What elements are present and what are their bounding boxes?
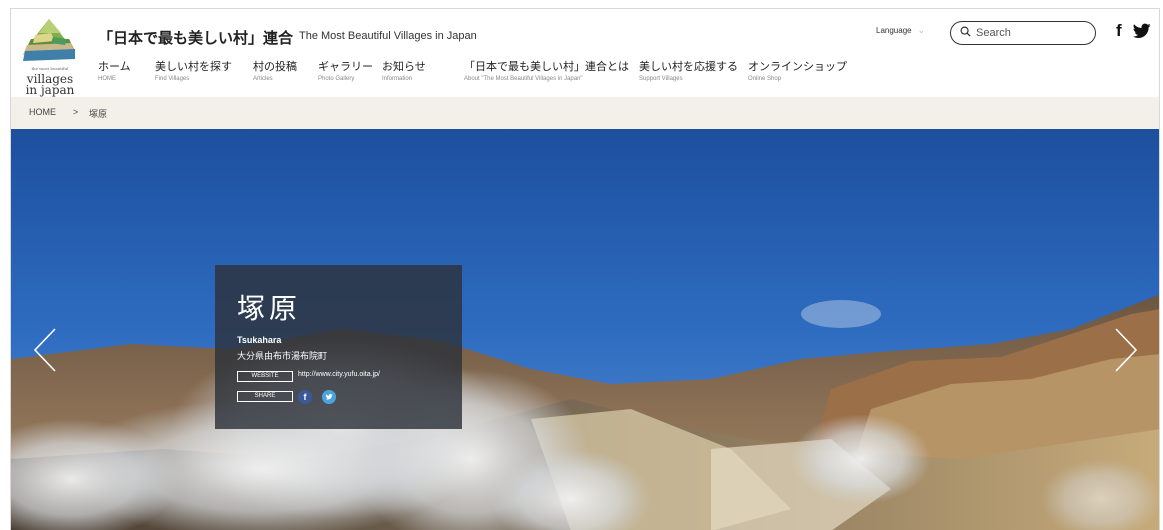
nav-item-sublabel: Support Villages (639, 76, 683, 82)
nav-item-sublabel: Articles (253, 76, 273, 82)
nav-item-about[interactable]: 「日本で最も美しい村」連合とは About "The Most Beautifu… (464, 60, 629, 85)
nav-item-sublabel: About "The Most Beautiful Villages in Ja… (464, 76, 583, 82)
breadcrumb: HOME > 塚原 (11, 97, 1159, 129)
logo-text: the most beautiful villages in japan (21, 64, 79, 96)
site-header: the most beautiful villages in japan 「日本… (11, 9, 1159, 97)
village-name: 塚原 (237, 292, 302, 325)
nav-item-articles[interactable]: 村の投稿 Articles (253, 60, 297, 85)
search-input[interactable] (976, 25, 1088, 41)
search-icon (960, 26, 971, 37)
share-tag: SHARE (237, 391, 293, 402)
village-romanized-name: Tsukahara (237, 335, 282, 345)
nav-item-sublabel: HOME (98, 76, 116, 82)
site-title[interactable]: 「日本で最も美しい村」連合 (98, 27, 293, 48)
nav-item-find-villages[interactable]: 美しい村を探す Find Villages (155, 60, 232, 85)
nav-item-label: 美しい村を探す (155, 60, 232, 73)
village-address: 大分県由布市湯布院町 (237, 352, 328, 362)
nav-item-label: 「日本で最も美しい村」連合とは (464, 60, 629, 73)
nav-item-label: オンラインショップ (748, 60, 847, 73)
nav-item-label: 村の投稿 (253, 60, 297, 73)
chevron-down-icon: ⌄ (917, 25, 926, 35)
page-frame: the most beautiful villages in japan 「日本… (10, 8, 1160, 530)
language-label: Language (876, 26, 912, 35)
chevron-left-icon[interactable] (33, 327, 57, 373)
website-link[interactable]: http://www.city.yufu.oita.jp/ (298, 371, 380, 378)
breadcrumb-current: 塚原 (89, 109, 108, 119)
chevron-right-icon[interactable] (1114, 327, 1138, 373)
nav-item-information[interactable]: お知らせ Information (382, 60, 426, 85)
website-tag: WEBSITE (237, 371, 293, 382)
facebook-icon[interactable]: f (1116, 21, 1122, 41)
nav-item-label: 美しい村を応援する (639, 60, 738, 73)
nav-item-sublabel: Find Villages (155, 76, 190, 82)
nav-item-home[interactable]: ホーム HOME (98, 60, 131, 85)
nav-item-label: お知らせ (382, 60, 426, 73)
language-select[interactable]: Language ⌄ (876, 25, 925, 36)
search-box (950, 21, 1096, 45)
logo-icon (23, 19, 75, 61)
share-facebook-icon[interactable]: f (298, 390, 312, 404)
site-subtitle: The Most Beautiful Villages in Japan (299, 30, 477, 42)
logo[interactable]: the most beautiful villages in japan (21, 17, 77, 97)
nav-item-support[interactable]: 美しい村を応援する Support Villages (639, 60, 738, 85)
hero-slideshow: 塚原 Tsukahara 大分県由布市湯布院町 WEBSITE http://w… (11, 129, 1159, 530)
nav-item-label: ホーム (98, 60, 131, 73)
breadcrumb-home[interactable]: HOME (29, 107, 56, 117)
nav-item-online-shop[interactable]: オンラインショップ Online Shop (748, 60, 847, 85)
share-twitter-icon[interactable] (322, 390, 336, 404)
breadcrumb-separator: > (73, 107, 79, 117)
nav-item-sublabel: Information (382, 76, 413, 82)
village-info-panel: 塚原 Tsukahara 大分県由布市湯布院町 WEBSITE http://w… (215, 265, 462, 429)
logo-line-2: in japan (25, 83, 75, 97)
nav-item-sublabel: Online Shop (748, 76, 782, 82)
hero-image (11, 129, 1159, 530)
nav-item-label: ギャラリー (318, 60, 373, 73)
nav-item-gallery[interactable]: ギャラリー Photo Gallery (318, 60, 373, 85)
twitter-icon[interactable] (1133, 23, 1151, 39)
nav-item-sublabel: Photo Gallery (318, 76, 355, 82)
